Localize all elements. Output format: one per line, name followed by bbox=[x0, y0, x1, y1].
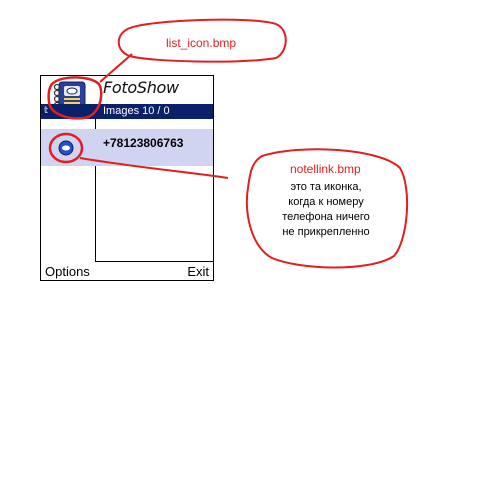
softkey-bar: Options Exit bbox=[41, 264, 213, 280]
options-softkey[interactable]: Options bbox=[45, 264, 90, 279]
app-header: FotoShow bbox=[41, 76, 213, 109]
description-line: телефона ничего bbox=[282, 211, 370, 223]
phone-screen: FotoShow 𝕥 Images 10 / 0 +78123806763 Op… bbox=[40, 75, 214, 281]
app-title: FotoShow bbox=[103, 78, 179, 97]
description-line: это та иконка, bbox=[290, 181, 362, 193]
signal-icon: 𝕥 bbox=[44, 106, 49, 116]
list-icon-label: list_icon.bmp bbox=[166, 36, 237, 50]
exit-softkey[interactable]: Exit bbox=[187, 264, 209, 279]
status-bar: 𝕥 Images 10 / 0 bbox=[41, 104, 213, 119]
status-text: Images 10 / 0 bbox=[103, 105, 170, 117]
list-item[interactable]: +78123806763 bbox=[41, 129, 213, 166]
notellink-description: это та иконка, когда к номеру телефона н… bbox=[261, 180, 391, 240]
list-item-text: +78123806763 bbox=[103, 136, 184, 150]
description-line: когда к номеру bbox=[288, 196, 364, 208]
notellink-icon bbox=[58, 140, 74, 156]
description-line: не прикрепленно bbox=[282, 226, 370, 238]
notellink-label: notellink.bmp bbox=[290, 162, 361, 176]
